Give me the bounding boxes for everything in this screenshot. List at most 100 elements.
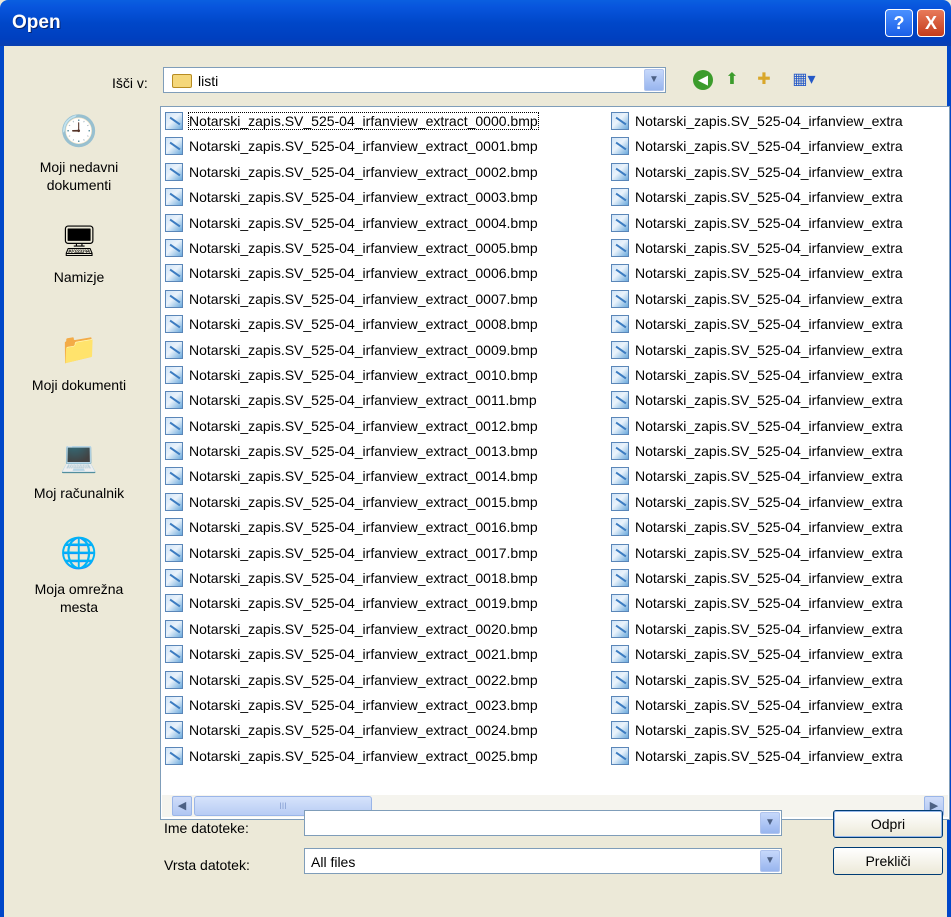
my-documents-icon: 📁 [60, 333, 98, 366]
bitmap-file-icon [611, 543, 629, 562]
file-name: Notarski_zapis.SV_525-04_irfanview_extra… [189, 493, 538, 510]
bitmap-file-icon [165, 619, 183, 638]
file-name: Notarski_zapis.SV_525-04_irfanview_extra [635, 646, 903, 663]
bitmap-file-icon [611, 695, 629, 714]
bitmap-file-icon [611, 188, 629, 207]
file-name: Notarski_zapis.SV_525-04_irfanview_extra [635, 392, 903, 409]
title-bar: Open ? X [0, 0, 951, 46]
bitmap-file-icon [165, 112, 183, 130]
back-icon[interactable]: ◀ [693, 70, 713, 90]
bitmap-file-icon [611, 518, 629, 537]
place-recent-documents[interactable]: 🕘 Moji nedavni dokumenti [0, 112, 158, 194]
file-list[interactable]: Notarski_zapis.SV_525-04_irfanview_extra… [160, 106, 950, 820]
place-my-documents[interactable]: 📁 Moji dokumenti [0, 330, 158, 394]
bitmap-file-icon [611, 365, 629, 384]
file-name: Notarski_zapis.SV_525-04_irfanview_extra [635, 163, 903, 180]
bitmap-file-icon [165, 695, 183, 714]
file-name: Notarski_zapis.SV_525-04_irfanview_extra… [189, 239, 538, 256]
bitmap-file-icon [165, 721, 183, 740]
place-network[interactable]: 🌐 Moja omrežna mesta [0, 534, 158, 616]
file-name: Notarski_zapis.SV_525-04_irfanview_extra [635, 671, 903, 688]
bitmap-file-icon [611, 492, 629, 511]
bitmap-file-icon [611, 289, 629, 308]
file-name: Notarski_zapis.SV_525-04_irfanview_extra… [189, 163, 538, 180]
file-name: Notarski_zapis.SV_525-04_irfanview_extra [635, 290, 903, 307]
place-label: Namizje [53, 269, 105, 285]
look-in-value: listi [198, 73, 219, 89]
file-name: Notarski_zapis.SV_525-04_irfanview_extra [635, 138, 903, 155]
file-name: Notarski_zapis.SV_525-04_irfanview_extra… [189, 316, 538, 333]
file-name: Notarski_zapis.SV_525-04_irfanview_extra… [189, 392, 537, 409]
bitmap-file-icon [165, 670, 183, 689]
file-name: Notarski_zapis.SV_525-04_irfanview_extra [635, 493, 903, 510]
place-label: Moja omrežna [34, 581, 124, 597]
filetype-label: Vrsta datotek: [164, 857, 250, 873]
file-name: Notarski_zapis.SV_525-04_irfanview_extra [635, 468, 903, 485]
cancel-button[interactable]: Prekliči [833, 847, 943, 875]
bitmap-file-icon [611, 112, 629, 130]
bitmap-file-icon [611, 467, 629, 486]
recent-documents-icon: 🕘 [60, 115, 98, 148]
file-name: Notarski_zapis.SV_525-04_irfanview_extra… [189, 341, 538, 358]
folder-icon [172, 74, 192, 88]
bitmap-file-icon [165, 467, 183, 486]
new-folder-icon[interactable]: ✚ [754, 70, 774, 90]
chevron-down-icon[interactable]: ▼ [760, 850, 780, 872]
file-name: Notarski_zapis.SV_525-04_irfanview_extra [635, 722, 903, 739]
filename-input[interactable]: ▼ [304, 810, 782, 836]
bitmap-file-icon [165, 543, 183, 562]
bitmap-file-icon [165, 289, 183, 308]
chevron-down-icon[interactable]: ▼ [644, 69, 664, 91]
filetype-select[interactable]: All files ▼ [304, 848, 782, 874]
open-button[interactable]: Odpri [833, 810, 943, 838]
bitmap-file-icon [611, 746, 629, 765]
window-title: Open [12, 12, 61, 33]
bitmap-file-icon [165, 238, 183, 257]
file-name: Notarski_zapis.SV_525-04_irfanview_extra [635, 696, 903, 713]
bitmap-file-icon [165, 645, 183, 664]
my-computer-icon: 💻 [60, 441, 98, 474]
bitmap-file-icon [165, 365, 183, 384]
file-name: Notarski_zapis.SV_525-04_irfanview_extra [635, 595, 903, 612]
chevron-down-icon[interactable]: ▼ [760, 812, 780, 834]
place-label: Moji nedavni [39, 159, 119, 175]
close-button[interactable]: X [917, 9, 945, 37]
place-label-line2: mesta [59, 599, 99, 615]
views-menu-icon[interactable]: ▦▾ [790, 70, 818, 90]
file-name: Notarski_zapis.SV_525-04_irfanview_extra… [189, 595, 538, 612]
bitmap-file-icon [165, 569, 183, 588]
file-name: Notarski_zapis.SV_525-04_irfanview_extra… [189, 290, 538, 307]
file-name: Notarski_zapis.SV_525-04_irfanview_extra… [189, 214, 538, 231]
bitmap-file-icon [611, 670, 629, 689]
bitmap-file-icon [611, 340, 629, 359]
bitmap-file-icon [165, 162, 183, 181]
desktop-icon: 🖥 [59, 225, 99, 258]
file-name: Notarski_zapis.SV_525-04_irfanview_extra [635, 570, 903, 587]
file-name: Notarski_zapis.SV_525-04_irfanview_extra… [189, 265, 538, 282]
place-my-computer[interactable]: 💻 Moj računalnik [0, 438, 158, 502]
file-name: Notarski_zapis.SV_525-04_irfanview_extra [635, 113, 903, 129]
up-folder-icon[interactable]: ⬆ [722, 70, 742, 90]
scroll-left-icon[interactable]: ◀ [172, 796, 192, 816]
bitmap-file-icon [165, 746, 183, 765]
bitmap-file-icon [611, 238, 629, 257]
file-name: Notarski_zapis.SV_525-04_irfanview_extra [635, 214, 903, 231]
look-in-combo[interactable]: listi ▼ [163, 67, 666, 93]
network-places-icon: 🌐 [60, 537, 98, 570]
file-name: Notarski_zapis.SV_525-04_irfanview_extra… [189, 544, 538, 561]
file-name: Notarski_zapis.SV_525-04_irfanview_extra [635, 341, 903, 358]
bitmap-file-icon [611, 442, 629, 461]
file-name: Notarski_zapis.SV_525-04_irfanview_extra [635, 620, 903, 637]
file-name: Notarski_zapis.SV_525-04_irfanview_extra… [189, 570, 538, 587]
bitmap-file-icon [165, 137, 183, 156]
bitmap-file-icon [611, 315, 629, 334]
place-desktop[interactable]: 🖥 Namizje [0, 222, 158, 286]
places-bar: 🕘 Moji nedavni dokumenti 🖥 Namizje 📁 Moj… [0, 104, 158, 644]
help-button[interactable]: ? [885, 9, 913, 37]
file-name: Notarski_zapis.SV_525-04_irfanview_extra… [189, 417, 538, 434]
file-name: Notarski_zapis.SV_525-04_irfanview_extra… [189, 189, 538, 206]
bitmap-file-icon [611, 645, 629, 664]
file-name: Notarski_zapis.SV_525-04_irfanview_extra [635, 417, 903, 434]
file-name: Notarski_zapis.SV_525-04_irfanview_extra… [189, 646, 538, 663]
file-name: Notarski_zapis.SV_525-04_irfanview_extra [635, 443, 903, 460]
